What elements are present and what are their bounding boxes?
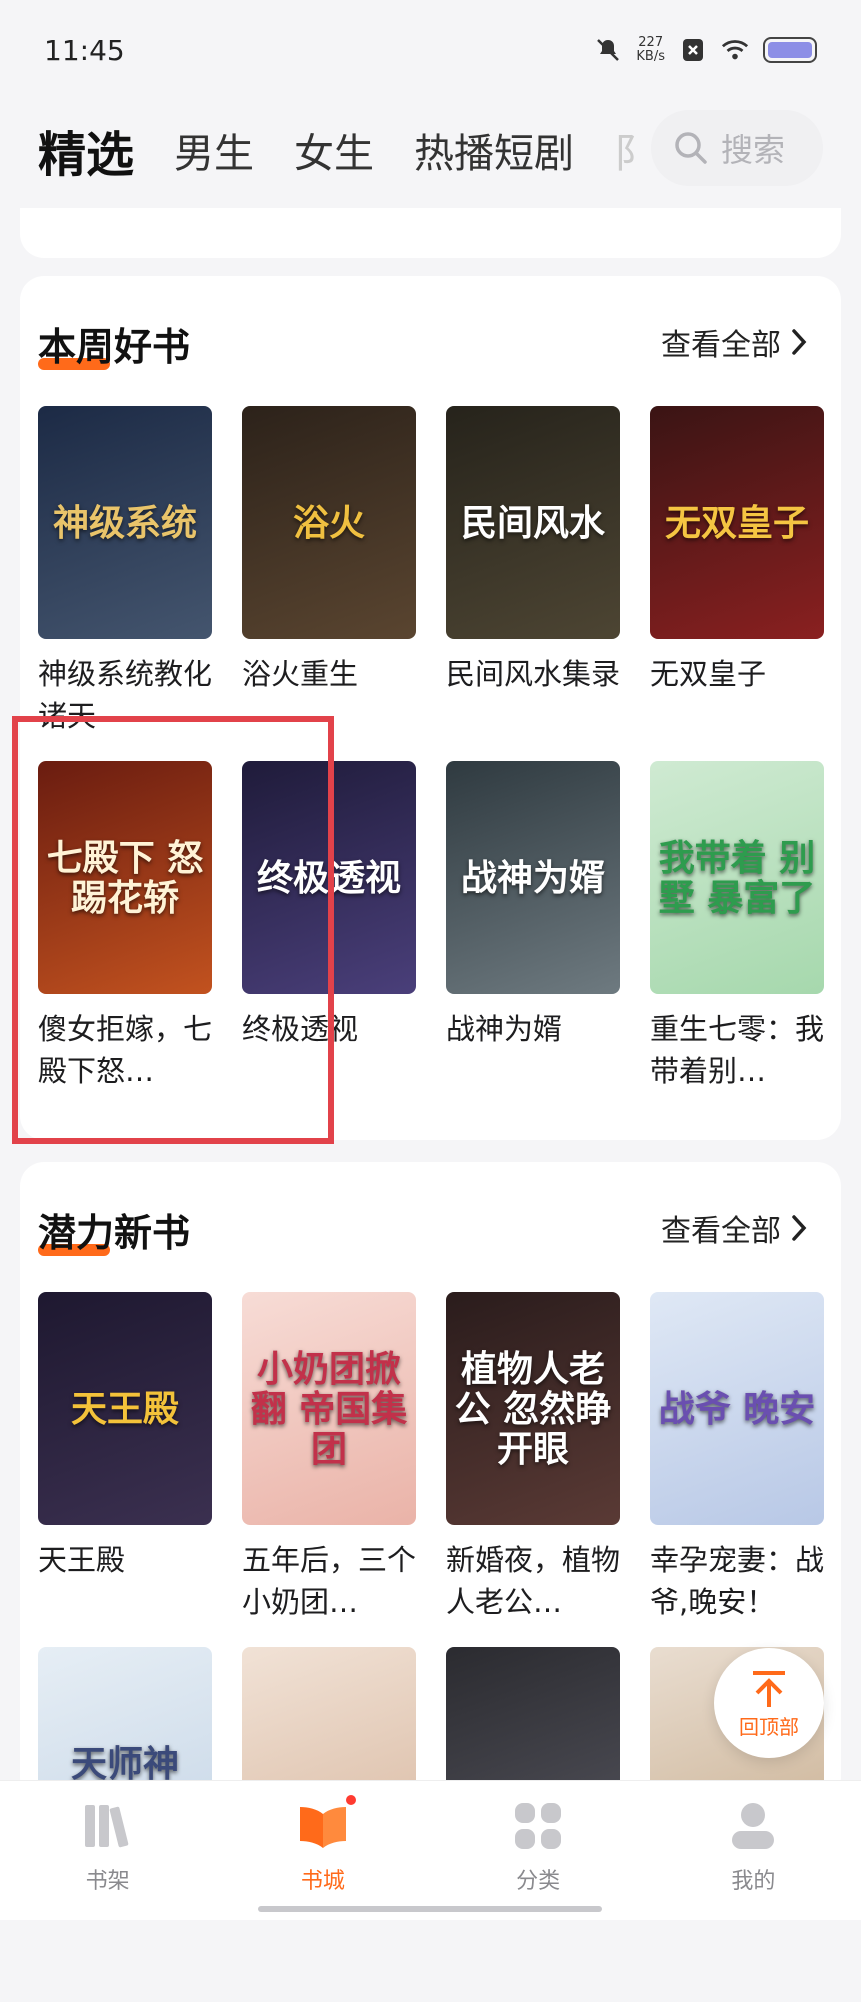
network-speed: 227 KB/s — [636, 36, 665, 64]
mute-icon — [594, 36, 622, 64]
chevron-right-icon — [792, 1215, 807, 1241]
tab-featured[interactable]: 精选 — [38, 115, 134, 185]
book-title[interactable]: 神级系统教化诸天 — [38, 653, 212, 737]
book-title[interactable]: 幸孕宠妻：战爷,晚安！ — [650, 1539, 824, 1623]
book-cover-title: 神级系统 — [52, 501, 197, 544]
book-item[interactable]: 战神为婿 战神为婿 — [446, 761, 620, 1116]
book-cover-title: 浴火 — [292, 501, 365, 544]
category-icon — [515, 1803, 562, 1849]
status-icons: 227 KB/s — [594, 36, 817, 64]
notification-dot — [343, 1793, 358, 1807]
book-title[interactable]: 战神为婿 — [446, 1008, 620, 1050]
section-header: 本周好书 查看全部 — [20, 276, 841, 406]
book-cover-title: 战神为婿 — [460, 856, 605, 899]
previous-section-end — [20, 208, 841, 258]
book-cover[interactable]: 浴火 — [242, 406, 416, 639]
nav-label: 书城 — [300, 1869, 345, 1894]
book-cover-title: 小奶团掀翻 帝国集团 — [250, 1347, 408, 1470]
book-cover-title: 无双皇子 — [664, 501, 809, 544]
book-item[interactable]: 浴火 浴火重生 — [242, 406, 416, 761]
book-cover-title: 天师神 — [70, 1742, 179, 1785]
nav-bookstore[interactable]: 书城 — [263, 1793, 383, 1895]
nav-label: 我的 — [731, 1869, 776, 1894]
view-all-button[interactable]: 查看全部 — [661, 1206, 807, 1250]
tab-male[interactable]: 男生 — [174, 121, 254, 179]
book-cover[interactable]: 终极透视 — [242, 761, 416, 994]
book-cover[interactable]: 无双皇子 — [650, 406, 824, 639]
book-cover[interactable]: 小奶团掀翻 帝国集团 — [242, 1292, 416, 1525]
bottom-navigation: 书架 书城 分类 我的 — [0, 1780, 861, 1920]
book-item[interactable]: 天王殿 天王殿 — [38, 1292, 212, 1647]
book-cover[interactable]: 战爷 晚安 — [650, 1292, 824, 1525]
tab-short-drama[interactable]: 热播短剧 — [414, 121, 574, 179]
book-title[interactable]: 民间风水集录 — [446, 653, 620, 695]
book-item[interactable]: 植物人老公 忽然睁开眼新婚夜，植物人老公… — [446, 1292, 620, 1647]
view-all-label: 查看全部 — [661, 1214, 781, 1249]
book-cover-title: 植物人老公 忽然睁开眼 — [454, 1347, 612, 1470]
book-cover[interactable]: 七殿下 怒踢花轿 — [38, 761, 212, 994]
book-title[interactable]: 浴火重生 — [242, 653, 416, 695]
book-title[interactable]: 无双皇子 — [650, 653, 824, 695]
view-all-button[interactable]: 查看全部 — [661, 320, 807, 364]
section-header: 潜力新书 查看全部 — [20, 1162, 841, 1292]
book-item[interactable]: 终极透视 终极透视 — [242, 761, 416, 1116]
tab-female[interactable]: 女生 — [294, 121, 374, 179]
book-cover-title: 战爷 晚安 — [658, 1387, 816, 1430]
search-icon — [675, 132, 707, 164]
view-all-label: 查看全部 — [661, 328, 781, 363]
book-title[interactable]: 天王殿 — [38, 1539, 212, 1581]
back-to-top-button[interactable]: 回顶部 — [714, 1648, 824, 1758]
status-bar: 11:45 227 KB/s — [0, 0, 861, 100]
profile-icon — [732, 1803, 775, 1849]
book-title[interactable]: 重生七零：我带着别… — [650, 1008, 824, 1092]
book-title[interactable]: 终极透视 — [242, 1008, 416, 1050]
nav-profile[interactable]: 我的 — [693, 1799, 813, 1895]
tab-truncated[interactable]: 阝 — [614, 121, 636, 179]
book-item[interactable]: 我带着 别墅 暴富了 重生七零：我带着别… — [650, 761, 824, 1116]
book-title[interactable]: 五年后，三个小奶团… — [242, 1539, 416, 1623]
battery-icon — [763, 37, 817, 63]
book-cover[interactable]: 战神为婿 — [446, 761, 620, 994]
book-item[interactable]: 民间风水民间风水集录 — [446, 406, 620, 761]
book-title[interactable]: 傻女拒嫁，七殿下怒… — [38, 1008, 212, 1092]
section-title: 潜力新书 — [38, 1211, 191, 1255]
book-item[interactable]: 无双皇子 无双皇子 — [650, 406, 824, 761]
section-title: 本周好书 — [38, 325, 191, 369]
wifi-icon — [721, 36, 749, 64]
bookstore-icon — [296, 1793, 358, 1853]
sim-off-icon — [679, 36, 707, 64]
book-item[interactable]: 战爷 晚安幸孕宠妻：战爷,晚安！ — [650, 1292, 824, 1647]
bookshelf-icon — [84, 1805, 128, 1848]
network-speed-value: 227 — [638, 35, 664, 50]
book-cover[interactable]: 神级系统 — [38, 406, 212, 639]
category-tabs: 精选 男生 女生 热播短剧 阝 搜索 — [0, 110, 861, 190]
book-item[interactable]: 神级系统神级系统教化诸天 — [38, 406, 212, 761]
book-item[interactable]: 七殿下 怒踢花轿 傻女拒嫁，七殿下怒… — [38, 761, 212, 1116]
back-to-top-label: 回顶部 — [739, 1714, 799, 1739]
nav-label: 分类 — [516, 1869, 561, 1894]
book-cover[interactable]: 植物人老公 忽然睁开眼 — [446, 1292, 620, 1525]
book-cover[interactable]: 民间风水 — [446, 406, 620, 639]
network-speed-unit: KB/s — [636, 49, 665, 64]
search-placeholder: 搜索 — [721, 131, 786, 169]
book-cover-title: 天王殿 — [70, 1387, 179, 1430]
section-weekly-good-books: 本周好书 查看全部 神级系统 神级系统教化诸天 浴火 浴火重生 民间风水 民间风水集录 无双… — [20, 276, 841, 1140]
nav-category[interactable]: 分类 — [478, 1799, 598, 1895]
nav-label: 书架 — [85, 1869, 130, 1894]
book-cover-title: 七殿下 怒踢花轿 — [46, 836, 204, 919]
book-cover[interactable]: 我带着 别墅 暴富了 — [650, 761, 824, 994]
arrow-up-icon — [753, 1670, 785, 1707]
nav-bookshelf[interactable]: 书架 — [48, 1799, 168, 1895]
chevron-right-icon — [792, 329, 807, 355]
book-cover[interactable]: 天王殿 — [38, 1292, 212, 1525]
home-indicator — [258, 1906, 602, 1912]
book-cover-title: 终极透视 — [256, 856, 401, 899]
book-title[interactable]: 新婚夜，植物人老公… — [446, 1539, 620, 1623]
book-grid: 神级系统 神级系统教化诸天 浴火 浴火重生 民间风水 民间风水集录 无双皇子 无双皇子 七殿下 … — [38, 406, 824, 1116]
status-time: 11:45 — [44, 33, 125, 67]
book-cover-title: 我带着 别墅 暴富了 — [658, 836, 816, 919]
book-cover-title: 民间风水 — [460, 501, 605, 544]
search-box[interactable]: 搜索 — [651, 110, 823, 186]
book-item[interactable]: 小奶团掀翻 帝国集团五年后，三个小奶团… — [242, 1292, 416, 1647]
